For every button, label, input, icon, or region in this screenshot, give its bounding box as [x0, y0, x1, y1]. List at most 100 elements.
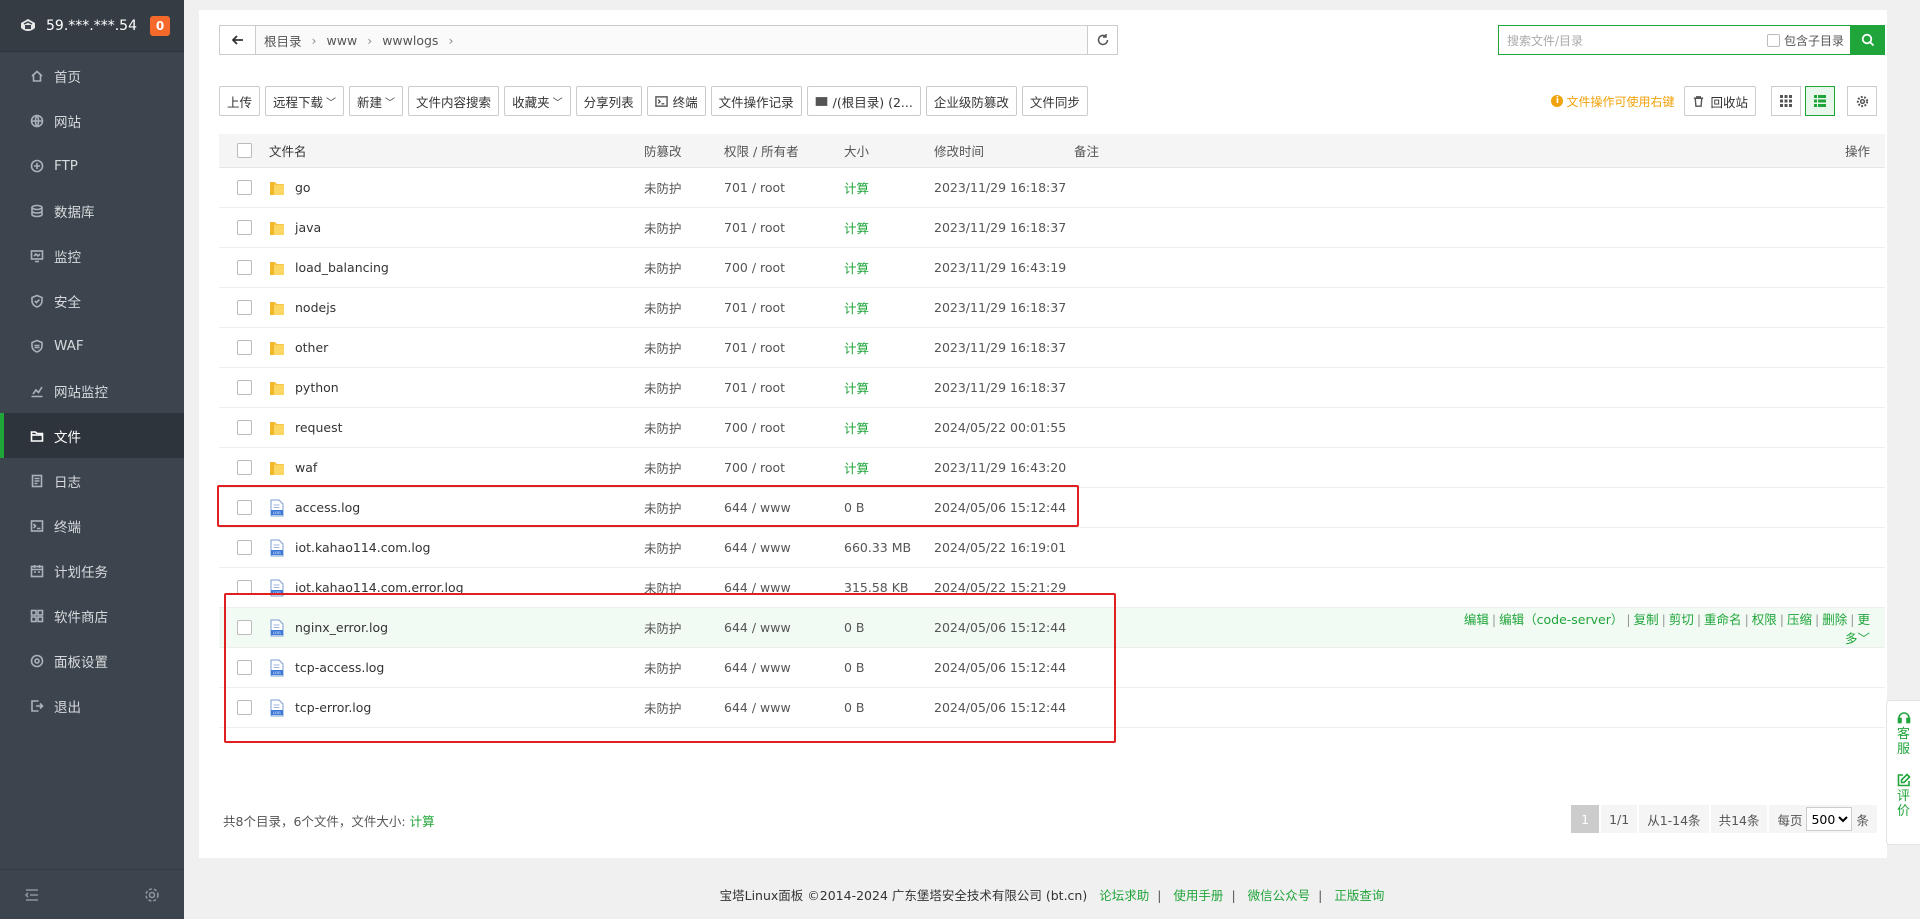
row-checkbox[interactable] [236, 220, 252, 235]
file-name-cell[interactable]: load_balancing [269, 259, 644, 277]
row-checkbox[interactable] [236, 460, 252, 475]
sidebar-item-monitor[interactable]: 监控 [0, 233, 184, 278]
permission-owner[interactable]: 701 / root [724, 340, 844, 355]
table-row[interactable]: python 未防护 701 / root 计算 2023/11/29 16:18:37 [219, 368, 1885, 408]
row-checkbox[interactable] [236, 540, 252, 555]
permission-owner[interactable]: 701 / root [724, 180, 844, 195]
row-action-5[interactable]: 权限 [1752, 612, 1777, 627]
file-size[interactable]: 计算 [844, 258, 934, 277]
sidebar-item-waf[interactable]: WAF [0, 323, 184, 368]
forum-link[interactable]: 论坛求助 [1099, 888, 1149, 903]
file-name[interactable]: waf [295, 460, 317, 475]
file-size[interactable]: 计算 [844, 218, 934, 237]
row-checkbox[interactable] [236, 300, 252, 315]
collapse-menu-icon[interactable] [24, 887, 40, 903]
file-name-cell[interactable]: python [269, 379, 644, 397]
search-button[interactable] [1851, 25, 1885, 55]
col-size[interactable]: 大小 [844, 141, 934, 160]
refresh-button[interactable] [1087, 26, 1117, 54]
table-row[interactable]: request 未防护 700 / root 计算 2024/05/22 00:01:5… [219, 408, 1885, 448]
upload-button[interactable]: 上传 [219, 86, 261, 116]
license-check-link[interactable]: 正版查询 [1334, 888, 1384, 903]
sidebar-item-database[interactable]: 数据库 [0, 188, 184, 233]
file-name[interactable]: other [295, 340, 328, 355]
row-checkbox[interactable] [236, 260, 252, 275]
crumb-www[interactable]: www [327, 33, 358, 48]
list-view-button[interactable] [1805, 86, 1835, 116]
file-name-cell[interactable]: nodejs [269, 299, 644, 317]
row-action-7[interactable]: 删除 [1822, 612, 1847, 627]
sidebar-item-home[interactable]: 首页 [0, 53, 184, 98]
sidebar-item-shield[interactable]: 安全 [0, 278, 184, 323]
permission-owner[interactable]: 701 / root [724, 300, 844, 315]
permission-owner[interactable]: 701 / root [724, 380, 844, 395]
file-name-cell[interactable]: other [269, 339, 644, 357]
file-name-cell[interactable]: waf [269, 459, 644, 477]
sidebar-item-logout[interactable]: 退出 [0, 683, 184, 728]
file-name-cell[interactable]: request [269, 419, 644, 437]
file-name[interactable]: python [295, 380, 339, 395]
permission-owner[interactable]: 700 / root [724, 260, 844, 275]
search-input[interactable]: 搜索文件/目录 包含子目录 [1498, 25, 1851, 55]
wechat-link[interactable]: 微信公众号 [1248, 888, 1311, 903]
table-row[interactable]: load_balancing 未防护 700 / root 计算 2023/11/29 … [219, 248, 1885, 288]
file-name[interactable]: iot.kahao114.com.log [295, 540, 430, 555]
op-log-button[interactable]: 文件操作记录 [710, 86, 802, 116]
sidebar-item-settings[interactable]: 面板设置 [0, 638, 184, 683]
sidebar-item-calendar[interactable]: 计划任务 [0, 548, 184, 593]
permission-owner[interactable]: 644 / www [724, 540, 844, 555]
include-subdir-checkbox[interactable]: 包含子目录 [1766, 32, 1850, 49]
checkbox-box[interactable] [1766, 33, 1780, 47]
message-badge[interactable]: 0 [150, 15, 170, 36]
remote-download-button[interactable]: 远程下载 ﹀ [265, 86, 345, 116]
terminal-button[interactable]: 终端 [646, 86, 706, 116]
sidebar-item-chart[interactable]: 网站监控 [0, 368, 184, 413]
col-mtime[interactable]: 修改时间 [934, 141, 1074, 160]
breadcrumb[interactable]: 根目录 › www › wwwlogs › [256, 26, 1087, 54]
recycle-bin-button[interactable]: 回收站 [1684, 86, 1756, 116]
file-name[interactable]: request [295, 420, 343, 435]
row-action-2[interactable]: 复制 [1634, 612, 1659, 627]
tamper-proof-button[interactable]: 企业级防篡改 [925, 86, 1017, 116]
row-action-4[interactable]: 重命名 [1704, 612, 1742, 627]
table-row[interactable]: waf 未防护 700 / root 计算 2023/11/29 16:43:20 [219, 448, 1885, 488]
sidebar-item-apps[interactable]: 软件商店 [0, 593, 184, 638]
favorites-button[interactable]: 收藏夹 ﹀ [504, 86, 571, 116]
customer-service-button[interactable]: 客 服 [1897, 711, 1911, 757]
file-size[interactable]: 计算 [844, 458, 934, 477]
file-name[interactable]: nodejs [295, 300, 336, 315]
table-row[interactable]: go 未防护 701 / root 计算 2023/11/29 16:18:37 [219, 168, 1885, 208]
sidebar-item-log[interactable]: 日志 [0, 458, 184, 503]
server-ip[interactable]: 59.***.***.54 [46, 18, 150, 34]
row-checkbox[interactable] [236, 180, 252, 195]
settings-button[interactable] [1847, 86, 1877, 116]
table-row[interactable]: other 未防护 701 / root 计算 2023/11/29 16:18:37 [219, 328, 1885, 368]
col-name[interactable]: 文件名 [269, 141, 644, 160]
row-action-3[interactable]: 剪切 [1669, 612, 1694, 627]
sidebar-item-globe[interactable]: 网站 [0, 98, 184, 143]
table-row[interactable]: java 未防护 701 / root 计算 2023/11/29 16:18:37 [219, 208, 1885, 248]
back-button[interactable] [220, 26, 256, 54]
row-action-6[interactable]: 压缩 [1787, 612, 1812, 627]
file-name-cell[interactable]: go [269, 179, 644, 197]
crumb-root[interactable]: 根目录 [264, 31, 302, 50]
row-checkbox[interactable] [236, 420, 252, 435]
row-checkbox[interactable] [236, 340, 252, 355]
select-all-checkbox[interactable] [236, 143, 252, 158]
row-action-1[interactable]: 编辑（code-server） [1499, 612, 1623, 627]
file-size[interactable]: 计算 [844, 418, 934, 437]
theme-settings-icon[interactable] [144, 887, 160, 903]
file-name-cell[interactable]: LOG iot.kahao114.com.log [269, 539, 644, 557]
row-action-0[interactable]: 编辑 [1464, 612, 1489, 627]
review-button[interactable]: 评 价 [1897, 773, 1911, 819]
table-row[interactable]: LOG iot.kahao114.com.log 未防护 644 / www 660.3… [219, 528, 1885, 568]
file-size[interactable]: 计算 [844, 298, 934, 317]
permission-owner[interactable]: 701 / root [724, 220, 844, 235]
disk-button[interactable]: /(根目录) (2... [806, 86, 921, 116]
page-current[interactable]: 1 [1571, 805, 1600, 833]
sidebar-item-terminal[interactable]: 终端 [0, 503, 184, 548]
file-name-cell[interactable]: java [269, 219, 644, 237]
file-name[interactable]: load_balancing [295, 260, 389, 275]
row-checkbox[interactable] [236, 380, 252, 395]
table-row[interactable]: nodejs 未防护 701 / root 计算 2023/11/29 16:18:37 [219, 288, 1885, 328]
